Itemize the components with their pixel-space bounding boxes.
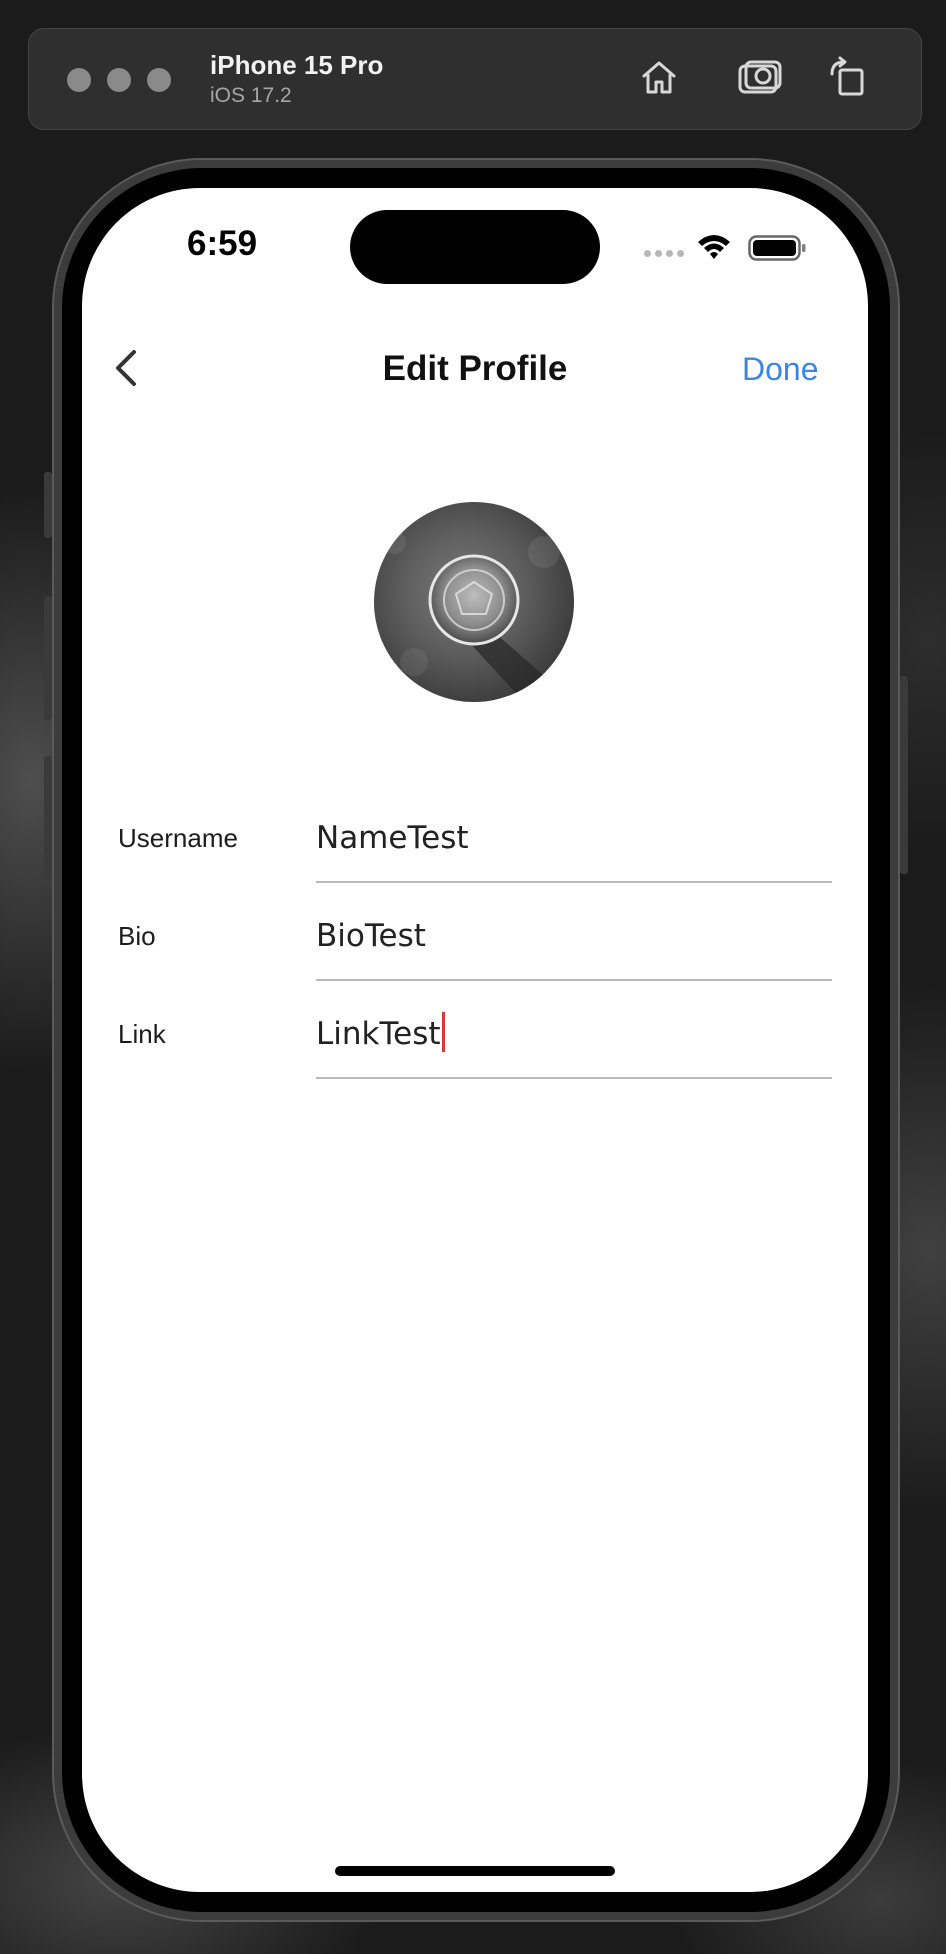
- window-zoom-button[interactable]: [147, 68, 171, 92]
- screenshot-icon[interactable]: [736, 54, 782, 100]
- wifi-icon: [696, 232, 732, 260]
- avatar-photo: [382, 530, 574, 702]
- phone-screen: 6:59 Edit Profile Done Username NameTest…: [82, 188, 868, 1892]
- done-button[interactable]: Done: [742, 340, 819, 398]
- simulator-os-version: iOS 17.2: [210, 84, 292, 107]
- username-underline: [316, 881, 832, 883]
- link-field-text: LinkTest: [316, 1016, 441, 1052]
- window-close-button[interactable]: [67, 68, 91, 92]
- text-cursor: [441, 1012, 445, 1052]
- username-field[interactable]: NameTest: [316, 816, 832, 860]
- volume-down-button: [44, 756, 52, 880]
- status-time: 6:59: [187, 224, 258, 263]
- home-icon[interactable]: [636, 54, 682, 100]
- simulator-device-name: iPhone 15 Pro: [210, 50, 384, 80]
- bio-underline: [316, 979, 832, 981]
- rotate-icon[interactable]: [826, 54, 872, 100]
- volume-up-button: [44, 596, 52, 720]
- link-underline: [316, 1077, 832, 1079]
- action-button: [44, 472, 52, 538]
- profile-avatar[interactable]: [374, 502, 574, 702]
- link-label: Link: [118, 1019, 166, 1049]
- battery-icon: [748, 234, 808, 262]
- side-button: [900, 676, 908, 874]
- username-label: Username: [118, 823, 238, 853]
- cellular-signal-icon: [644, 250, 684, 257]
- bio-field[interactable]: BioTest: [316, 914, 832, 958]
- home-indicator[interactable]: [335, 1866, 615, 1876]
- dynamic-island: [350, 210, 600, 284]
- window-minimize-button[interactable]: [107, 68, 131, 92]
- bio-label: Bio: [118, 921, 156, 951]
- link-field[interactable]: LinkTest: [316, 1012, 832, 1056]
